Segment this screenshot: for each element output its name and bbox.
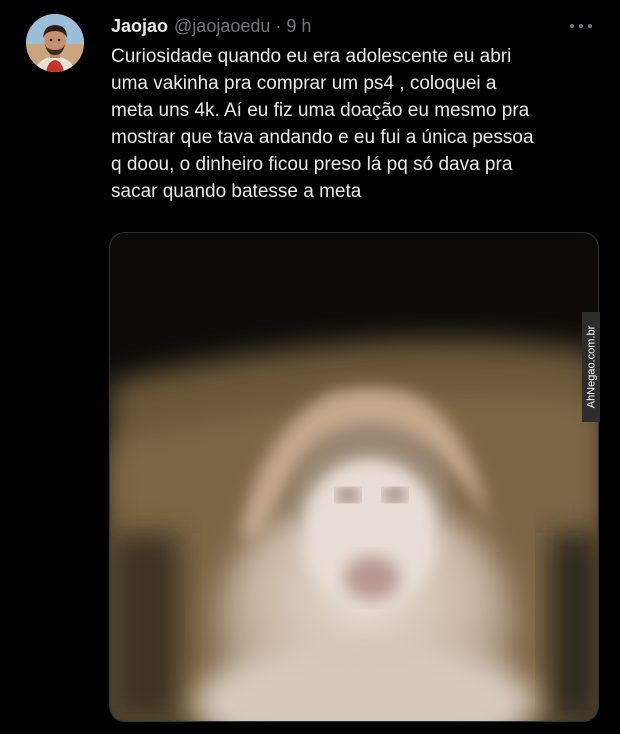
- tweet-text-line: mostrar que tava andando e eu fui a únic…: [111, 127, 534, 148]
- tweet-text: Curiosidade quando eu era adolescente eu…: [111, 43, 607, 205]
- tweet-text-line: q doou, o dinheiro ficou preso lá pq só …: [111, 154, 513, 175]
- more-dot: [570, 24, 574, 28]
- tweet-text-line: sacar quando batesse a meta: [111, 181, 362, 202]
- tweet-media-image[interactable]: [109, 232, 599, 722]
- tweet-header: Jaojao @jaojaoedu · 9 h: [111, 14, 311, 38]
- tweet-text-line: Curiosidade quando eu era adolescente eu…: [111, 46, 512, 67]
- header-separator: ·: [275, 16, 282, 36]
- watermark-text: AhNegao.com.br: [585, 325, 598, 409]
- more-options-icon[interactable]: [568, 16, 594, 36]
- more-dot: [588, 24, 592, 28]
- monkey-photo: [110, 233, 598, 721]
- author-handle[interactable]: @jaojaoedu: [174, 14, 270, 38]
- author-display-name[interactable]: Jaojao: [111, 14, 168, 38]
- tweet-card: Jaojao @jaojaoedu · 9 h Curiosidade quan…: [0, 0, 620, 734]
- tweet-text-line: meta uns 4k. Aí eu fiz uma doação eu mes…: [111, 100, 530, 121]
- more-dot: [579, 24, 583, 28]
- avatar-image: [26, 14, 84, 72]
- tweet-text-line: uma vakinha pra comprar um ps4 , coloque…: [111, 73, 497, 94]
- tweet-timestamp[interactable]: 9 h: [286, 14, 311, 38]
- avatar[interactable]: [26, 14, 84, 72]
- watermark: AhNegao.com.br: [582, 312, 600, 422]
